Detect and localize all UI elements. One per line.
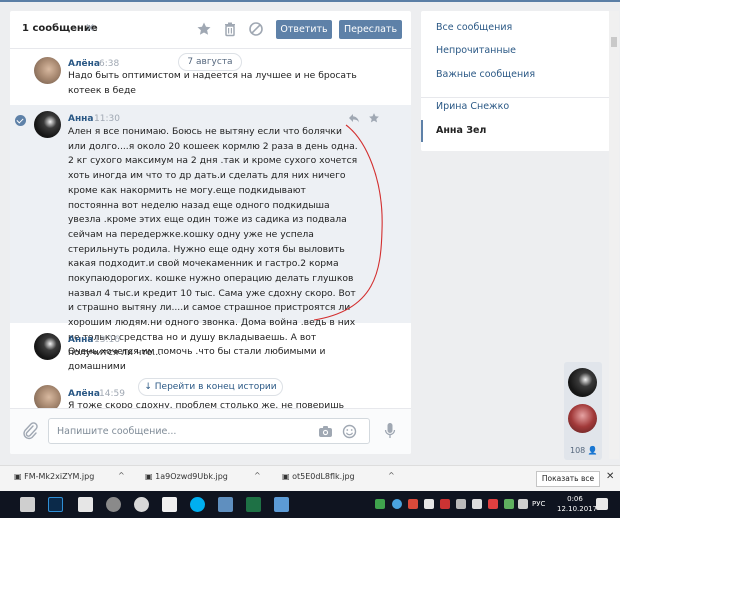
downloads-bar: ▣ FM-Mk2xiZYM.jpg ^ ▣ 1a9Ozwd9Ubk.jpg ^ … [0,465,620,491]
app-icon[interactable] [78,497,93,512]
app-icon[interactable] [274,497,289,512]
selected-check-icon[interactable] [15,115,26,126]
tray-icon[interactable] [408,499,418,509]
chevron-up-icon[interactable]: ^ [118,471,125,480]
composer [10,408,411,454]
message-time: 11:30 [94,114,120,124]
chevron-up-icon[interactable]: ^ [388,471,395,480]
messages-filter-menu: Все сообщения Непрочитанные Важные сообщ… [421,11,610,151]
selection-header: 1 сообщение ✕ Ответить Переслать [10,11,411,49]
download-item[interactable]: ▣ ot5E0dL8flk.jpg [282,472,355,481]
top-line [0,0,620,2]
tray-icon[interactable] [375,499,385,509]
mail-icon[interactable] [162,497,177,512]
tray-icon[interactable] [424,499,434,509]
avatar[interactable] [34,111,61,138]
image-file-icon: ▣ [282,472,293,481]
clock-date: 12.10.2017 [557,505,598,513]
app-icon[interactable] [134,497,149,512]
contact-anna-active[interactable]: Анна Зел [421,120,610,142]
volume-icon[interactable] [472,499,482,509]
photoshop-icon[interactable] [48,497,63,512]
download-item[interactable]: ▣ 1a9Ozwd9Ubk.jpg [145,472,228,481]
online-count: 108 👤 [570,446,598,455]
block-spam-icon[interactable] [248,21,264,37]
chevron-up-icon[interactable]: ^ [254,471,261,480]
tray-icon[interactable] [456,499,466,509]
skype-icon[interactable] [190,497,205,512]
message-item[interactable]: Анна 13:16 Очень хочется им помочь .что … [10,333,411,377]
message-author[interactable]: Анна [68,335,93,345]
online-friends: 108 👤 [564,362,602,460]
menu-item-important[interactable]: Важные сообщения [421,64,610,86]
date-divider: 7 августа [178,53,242,71]
settings-icon[interactable] [106,497,121,512]
image-file-icon: ▣ [145,472,156,481]
message-time: 13:16 [94,335,120,345]
show-all-button[interactable]: Показать все [536,471,600,487]
windows-taskbar: РУС 0:06 12.10.2017 [0,491,620,518]
excel-icon[interactable] [246,497,261,512]
star-icon[interactable] [196,21,212,37]
forward-button[interactable]: Переслать [339,20,402,39]
language-indicator[interactable]: РУС [532,500,545,508]
menu-item-all[interactable]: Все сообщения [421,17,610,39]
arrow-down-icon: ↓ [144,382,155,392]
image-viewer-icon[interactable] [218,497,233,512]
person-icon: 👤 [587,446,598,455]
download-item[interactable]: ▣ FM-Mk2xiZYM.jpg [14,472,94,481]
camera-icon[interactable] [318,425,333,438]
image-file-icon: ▣ [14,472,25,481]
network-icon[interactable] [504,499,514,509]
trash-icon[interactable] [222,21,238,37]
message-time: 14:59 [99,389,125,399]
message-time: 6:38 [99,59,120,69]
clock-time: 0:06 [567,495,583,503]
clock[interactable]: 0:06 12.10.2017 [557,494,598,514]
reply-button[interactable]: Ответить [276,20,332,39]
tray-icon[interactable] [440,499,450,509]
battery-icon[interactable] [518,499,528,509]
microphone-icon[interactable] [384,422,396,440]
chat-panel: 1 сообщение ✕ Ответить Переслать Алёна 6… [10,11,411,454]
red-annotation-curve [313,124,383,321]
page-scrollbar[interactable] [609,11,619,459]
close-icon[interactable]: ✕ [606,471,614,482]
notifications-icon[interactable] [596,498,608,510]
message-author[interactable]: Анна [68,114,93,124]
contact-irina[interactable]: Ирина Снежко [421,96,610,118]
message-author[interactable]: Алёна [68,389,100,399]
tray-icon[interactable] [488,499,498,509]
message-text: Очень хочется им помочь .что бы стали лю… [68,346,326,372]
jump-to-end-button[interactable]: ↓ Перейти в конец истории [138,378,283,396]
message-author[interactable]: Алёна [68,59,100,69]
avatar[interactable] [568,404,597,433]
clear-selection-icon[interactable]: ✕ [85,21,95,35]
tray-icon[interactable] [392,499,402,509]
avatar[interactable] [34,333,61,360]
scrollbar-thumb[interactable] [611,37,617,47]
emoji-icon[interactable] [342,424,357,439]
menu-item-unread[interactable]: Непрочитанные [421,40,610,62]
message-item-selected[interactable]: Анна 11:30 Ален я все понимаю. Боюсь не … [10,105,411,358]
calculator-icon[interactable] [20,497,35,512]
message-text: Надо быть оптимистом и надеется на лучше… [68,70,357,96]
avatar[interactable] [568,368,597,397]
screen: 1 сообщение ✕ Ответить Переслать Алёна 6… [0,0,620,518]
attach-icon[interactable] [22,422,38,440]
jump-label: Перейти в конец истории [154,382,277,392]
avatar[interactable] [34,57,61,84]
